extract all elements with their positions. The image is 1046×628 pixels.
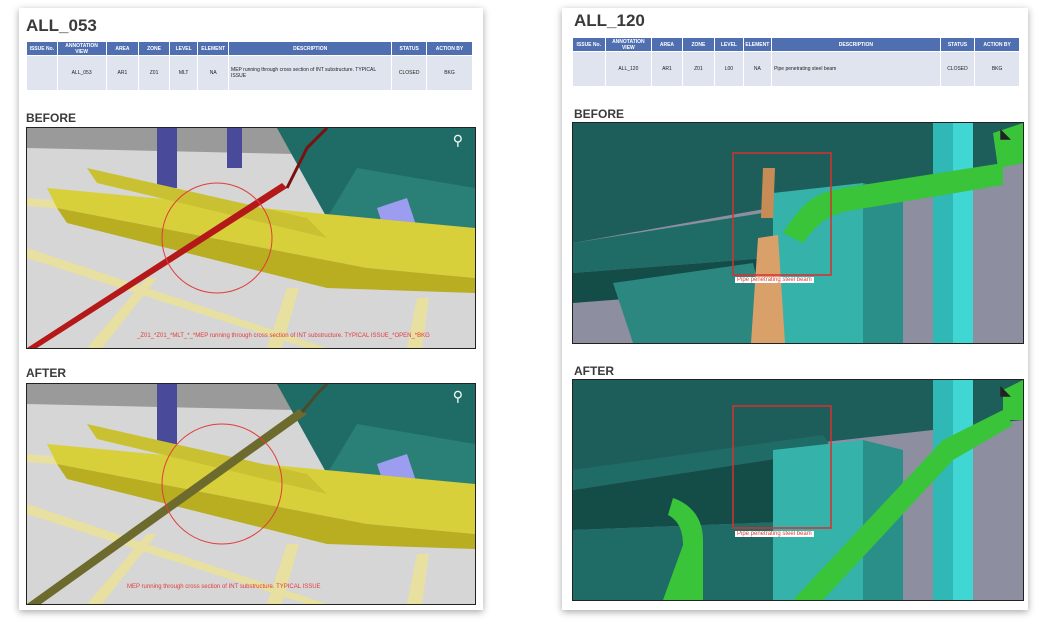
view-cube-icon: ⚲: [452, 388, 463, 404]
issue-table: ISSUE No. ANNOTATION VIEW AREA ZONE LEVE…: [572, 37, 1020, 87]
cell-status: CLOSED: [939, 51, 976, 87]
before-caption: Pipe penetrating steel beam: [735, 277, 814, 283]
header-action-by: ACTION BY: [974, 37, 1020, 52]
view-cube-icon: ◣: [1000, 382, 1011, 398]
cell-description: Pipe penetrating steel beam: [771, 51, 941, 87]
before-3d-view: [573, 123, 1023, 343]
view-cube-icon: ◣: [1000, 125, 1011, 141]
after-3d-view: [27, 384, 475, 604]
table-row: ALL_120 AR1 Z01 L00 NA Pipe penetrating …: [572, 51, 1020, 87]
header-element: ELEMENT: [742, 37, 773, 52]
cell-annotation-view: ALL_053: [56, 55, 107, 91]
cell-description: MEP running through cross section of INT…: [228, 55, 393, 91]
header-element: ELEMENT: [197, 41, 230, 56]
header-level: LEVEL: [714, 37, 744, 52]
header-issue-no: ISSUE No.: [572, 37, 606, 52]
header-status: STATUS: [391, 41, 427, 56]
header-zone: ZONE: [138, 41, 170, 56]
cell-zone: Z01: [138, 55, 170, 91]
after-screenshot: MEP running through cross section of INT…: [26, 383, 476, 605]
cell-level: MLT: [168, 55, 199, 91]
header-status: STATUS: [939, 37, 976, 52]
header-area: AREA: [105, 41, 140, 56]
cell-zone: Z01: [681, 51, 716, 87]
header-action-by: ACTION BY: [426, 41, 473, 56]
header-annotation-view: ANNOTATION VIEW: [604, 37, 653, 52]
table-header-row: ISSUE No. ANNOTATION VIEW AREA ZONE LEVE…: [572, 37, 1020, 52]
cell-area: AR1: [651, 51, 683, 87]
before-caption: _Z01_*Z01_*MLT_*_*MEP running through cr…: [137, 333, 430, 339]
issue-card-all-053: ALL_053 ISSUE No. ANNOTATION VIEW AREA Z…: [19, 8, 483, 610]
cell-area: AR1: [105, 55, 140, 91]
cell-issue-no: [572, 51, 606, 87]
cell-action-by: BKG: [426, 55, 473, 91]
header-description: DESCRIPTION: [228, 41, 393, 56]
after-3d-view: [573, 380, 1023, 600]
header-description: DESCRIPTION: [771, 37, 941, 52]
view-cube-icon: ⚲: [452, 132, 463, 148]
before-3d-view: [27, 128, 475, 348]
issue-table: ISSUE No. ANNOTATION VIEW AREA ZONE LEVE…: [26, 41, 473, 91]
issue-card-all-120: ALL_120 ISSUE No. ANNOTATION VIEW AREA Z…: [562, 8, 1028, 610]
after-label: AFTER: [574, 364, 614, 378]
issue-title: ALL_120: [574, 11, 645, 30]
before-screenshot: _Z01_*Z01_*MLT_*_*MEP running through cr…: [26, 127, 476, 349]
after-label: AFTER: [26, 366, 66, 380]
cell-status: CLOSED: [391, 55, 427, 91]
header-issue-no: ISSUE No.: [26, 41, 58, 56]
after-screenshot: Pipe penetrating steel beam ◣: [572, 379, 1024, 601]
before-label: BEFORE: [26, 111, 77, 125]
header-annotation-view: ANNOTATION VIEW: [56, 41, 107, 56]
table-row: ALL_053 AR1 Z01 MLT NA MEP running throu…: [26, 55, 473, 91]
cell-element: NA: [742, 51, 773, 87]
table-header-row: ISSUE No. ANNOTATION VIEW AREA ZONE LEVE…: [26, 41, 473, 56]
before-label: BEFORE: [574, 107, 625, 121]
cell-issue-no: [26, 55, 58, 91]
header-area: AREA: [651, 37, 683, 52]
before-screenshot: Pipe penetrating steel beam ◣: [572, 122, 1024, 344]
header-zone: ZONE: [681, 37, 716, 52]
cell-level: L00: [714, 51, 744, 87]
header-level: LEVEL: [168, 41, 199, 56]
after-caption: Pipe penetrating steel beam: [735, 531, 814, 537]
cell-annotation-view: ALL_120: [604, 51, 653, 87]
after-caption: MEP running through cross section of INT…: [127, 584, 321, 590]
issue-title: ALL_053: [26, 16, 97, 35]
cell-action-by: BKG: [974, 51, 1020, 87]
cell-element: NA: [197, 55, 230, 91]
